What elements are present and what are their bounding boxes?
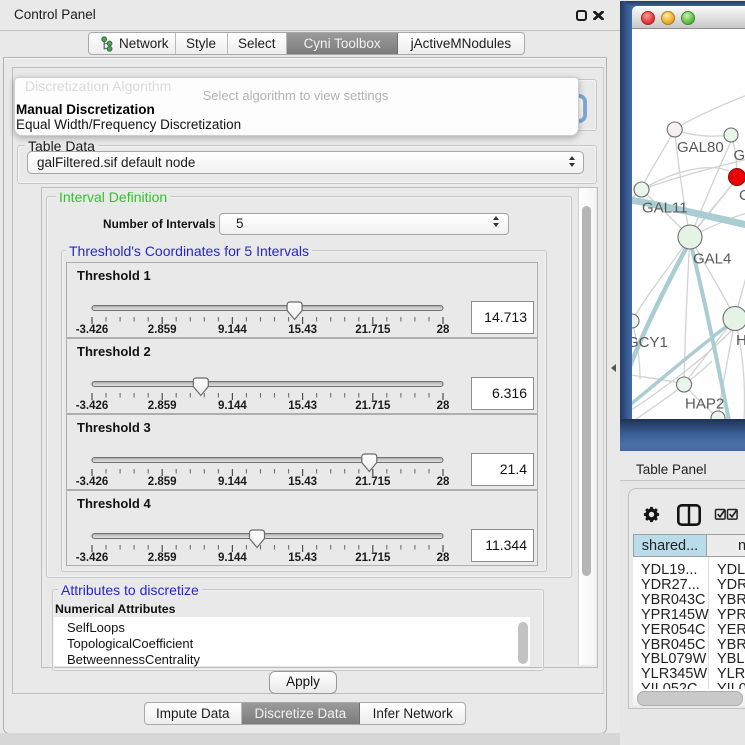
svg-text:2.859: 2.859 [148,400,177,412]
svg-text:9.144: 9.144 [218,476,247,488]
svg-text:-3.426: -3.426 [76,324,109,336]
svg-text:28: 28 [437,400,450,412]
svg-text:2.859: 2.859 [148,476,177,488]
svg-text:GA: GA [734,147,745,164]
svg-text:21.715: 21.715 [355,552,391,564]
svg-text:2.859: 2.859 [148,552,177,564]
svg-text:GCY1: GCY1 [632,334,668,351]
svg-text:HAP2: HAP2 [685,396,724,413]
svg-text:-3.426: -3.426 [76,476,109,488]
svg-text:GAL11: GAL11 [642,200,688,217]
svg-text:-3.426: -3.426 [76,552,109,564]
svg-text:9.144: 9.144 [218,324,247,336]
svg-text:15.43: 15.43 [288,476,317,488]
svg-text:21.715: 21.715 [355,400,391,412]
svg-text:2.859: 2.859 [148,324,177,336]
svg-text:GAL80: GAL80 [677,139,724,156]
svg-text:9.144: 9.144 [218,552,247,564]
svg-text:15.43: 15.43 [288,552,317,564]
svg-text:28: 28 [437,476,450,488]
svg-text:21.715: 21.715 [355,476,391,488]
svg-text:H: H [736,332,745,349]
svg-text:15.43: 15.43 [288,400,317,412]
svg-text:21.715: 21.715 [355,324,391,336]
svg-text:9.144: 9.144 [218,400,247,412]
svg-text:-3.426: -3.426 [76,400,109,412]
svg-text:C: C [739,187,745,204]
svg-text:15.43: 15.43 [288,324,317,336]
svg-text:28: 28 [437,324,450,336]
svg-text:28: 28 [437,552,450,564]
svg-text:GAL4: GAL4 [693,251,731,268]
